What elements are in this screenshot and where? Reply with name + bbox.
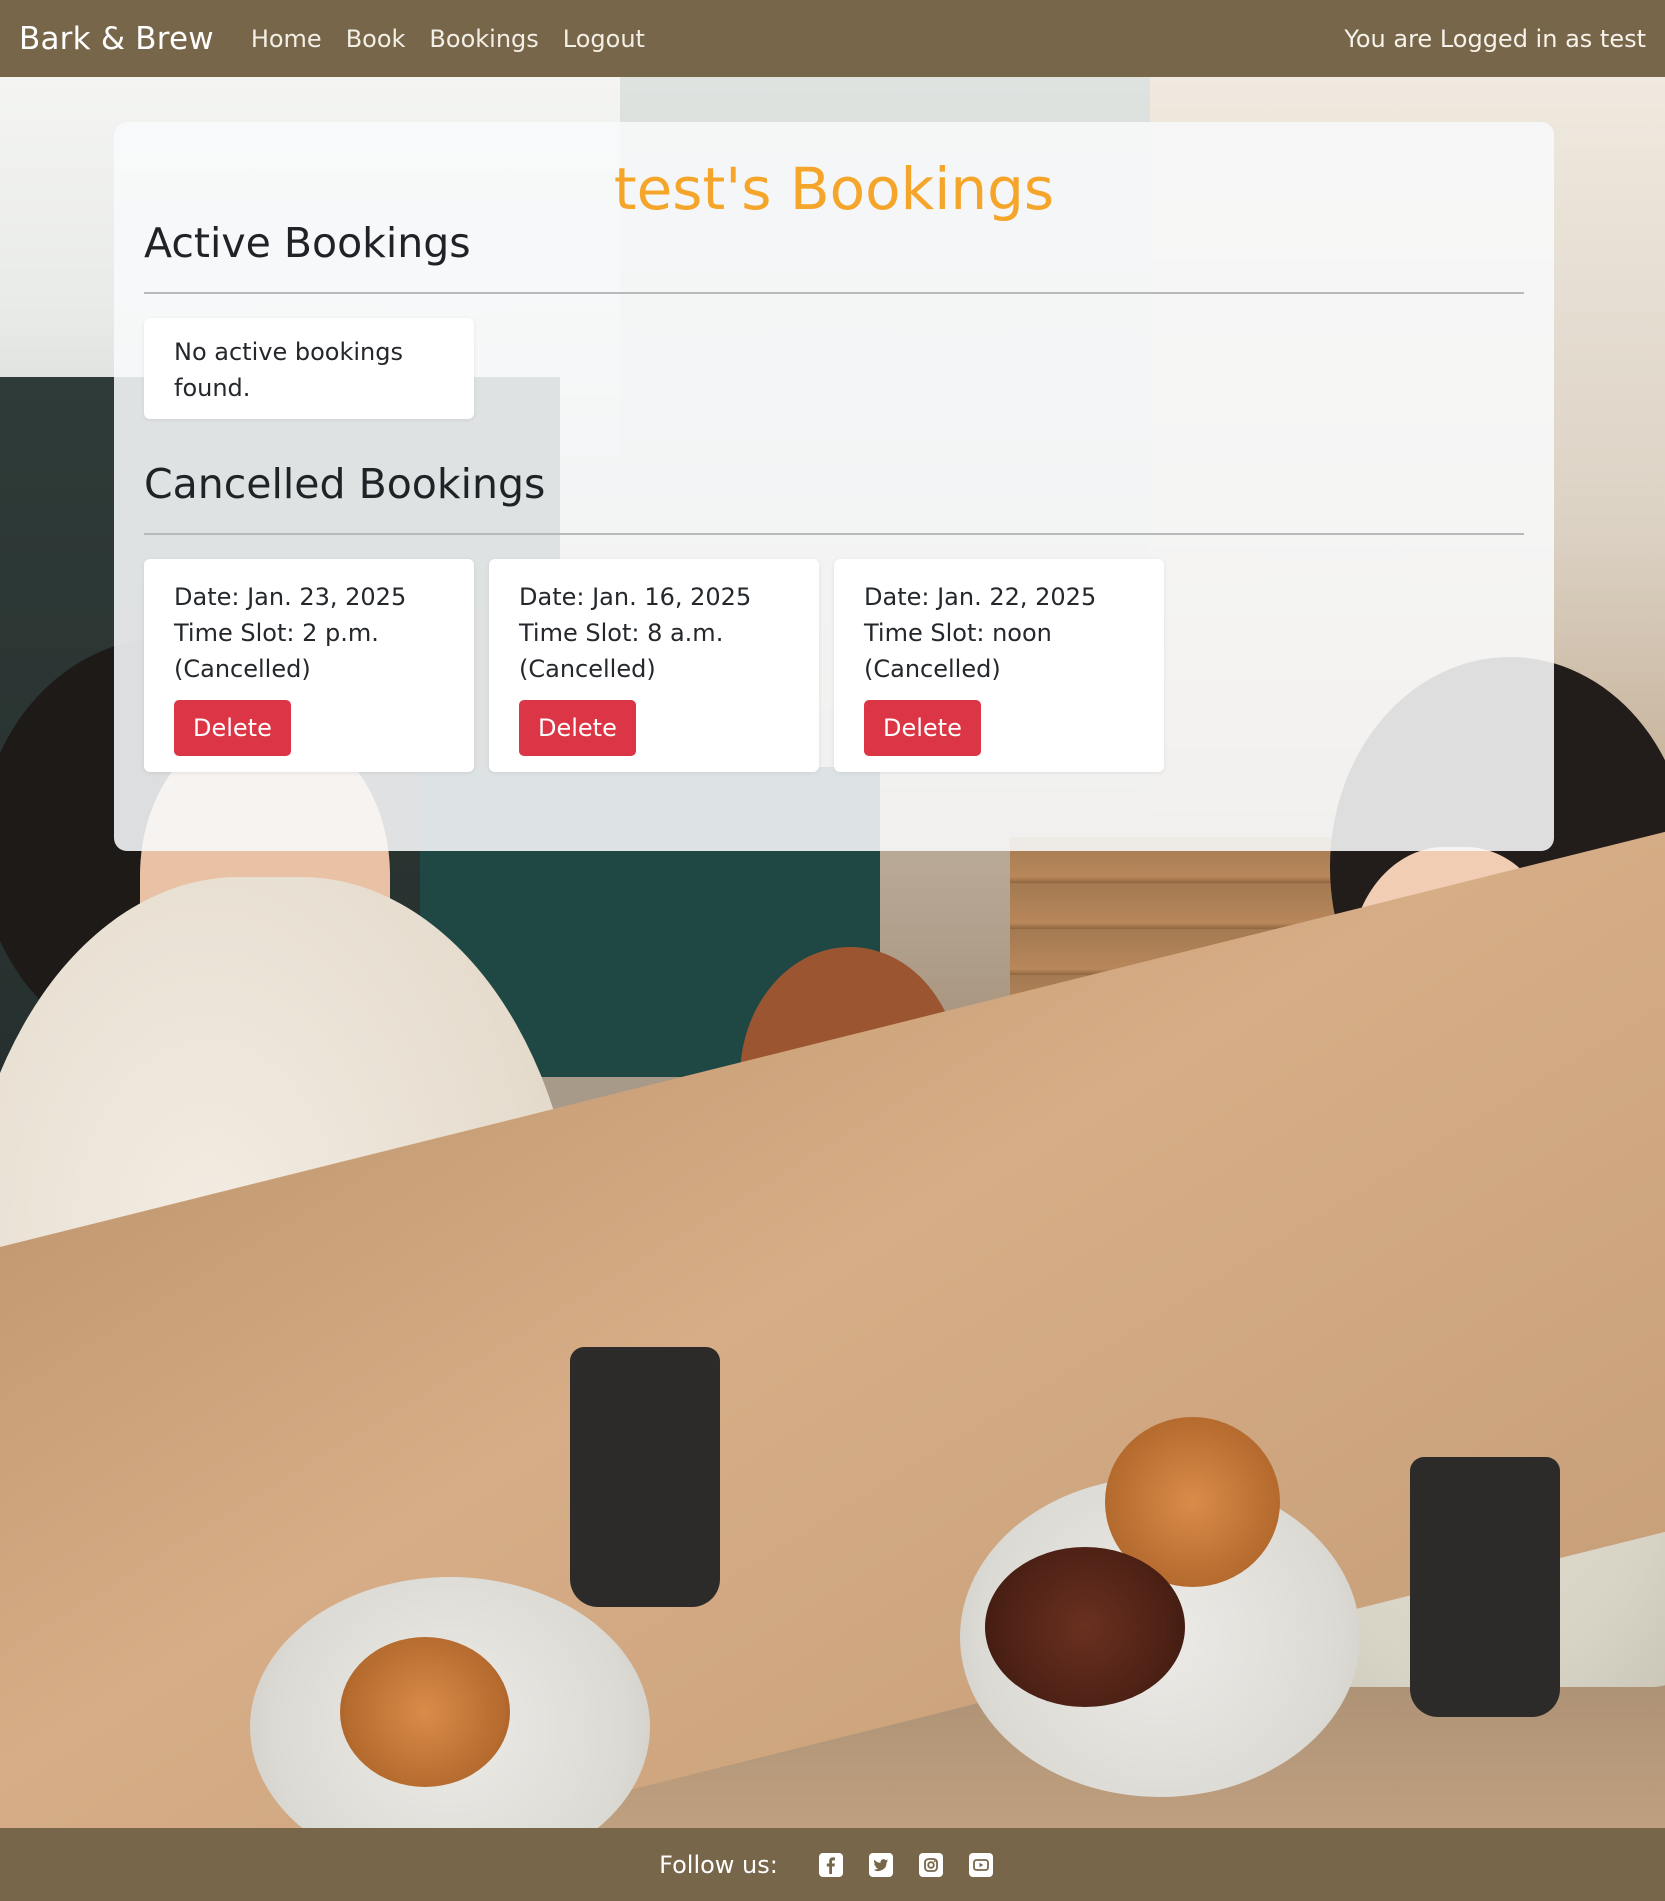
logged-in-status: You are Logged in as test bbox=[1344, 24, 1646, 53]
booking-card: Date: Jan. 16, 2025 Time Slot: 8 a.m. (C… bbox=[489, 559, 819, 772]
booking-time-slot: Time Slot: noon bbox=[864, 619, 1052, 647]
empty-bookings-card: No active bookings found. bbox=[144, 318, 474, 419]
delete-button[interactable]: Delete bbox=[174, 700, 291, 756]
photo-pastry bbox=[985, 1547, 1185, 1707]
photo-pastry bbox=[340, 1637, 510, 1787]
booking-status: (Cancelled) bbox=[174, 655, 311, 683]
section-divider bbox=[144, 533, 1524, 535]
navbar: Bark & Brew Home Book Bookings Logout Yo… bbox=[0, 0, 1665, 77]
active-bookings-list: No active bookings found. bbox=[144, 318, 1524, 419]
booking-status: (Cancelled) bbox=[519, 655, 656, 683]
booking-date: Date: Jan. 23, 2025 bbox=[174, 583, 407, 611]
photo-coffee-cup bbox=[570, 1347, 720, 1607]
booking-time-slot: Time Slot: 8 a.m. bbox=[519, 619, 724, 647]
cancelled-bookings-heading: Cancelled Bookings bbox=[144, 460, 546, 508]
booking-date: Date: Jan. 16, 2025 bbox=[519, 583, 752, 611]
instagram-icon[interactable] bbox=[918, 1852, 943, 1877]
section-divider bbox=[144, 292, 1524, 294]
twitter-icon[interactable] bbox=[868, 1852, 893, 1877]
footer: Follow us: bbox=[0, 1828, 1665, 1901]
photo-coffee-cup bbox=[1410, 1457, 1560, 1717]
booking-date: Date: Jan. 22, 2025 bbox=[864, 583, 1097, 611]
nav-link-bookings[interactable]: Bookings bbox=[429, 25, 538, 53]
empty-bookings-message: No active bookings found. bbox=[174, 338, 403, 402]
active-bookings-heading: Active Bookings bbox=[144, 219, 471, 267]
brand-link[interactable]: Bark & Brew bbox=[19, 21, 214, 57]
delete-button[interactable]: Delete bbox=[864, 700, 981, 756]
booking-card: Date: Jan. 23, 2025 Time Slot: 2 p.m. (C… bbox=[144, 559, 474, 772]
bookings-panel: test's Bookings Active Bookings No activ… bbox=[114, 122, 1554, 851]
nav-link-book[interactable]: Book bbox=[346, 25, 406, 53]
follow-us-label: Follow us: bbox=[659, 1850, 778, 1879]
facebook-icon[interactable] bbox=[818, 1852, 843, 1877]
cancelled-bookings-list: Date: Jan. 23, 2025 Time Slot: 2 p.m. (C… bbox=[144, 559, 1524, 772]
booking-card: Date: Jan. 22, 2025 Time Slot: noon (Can… bbox=[834, 559, 1164, 772]
page-title: test's Bookings bbox=[613, 155, 1055, 223]
delete-button[interactable]: Delete bbox=[519, 700, 636, 756]
youtube-icon[interactable] bbox=[968, 1852, 993, 1877]
nav-link-logout[interactable]: Logout bbox=[563, 25, 645, 53]
nav-link-home[interactable]: Home bbox=[251, 25, 322, 53]
booking-status: (Cancelled) bbox=[864, 655, 1001, 683]
booking-time-slot: Time Slot: 2 p.m. bbox=[174, 619, 379, 647]
